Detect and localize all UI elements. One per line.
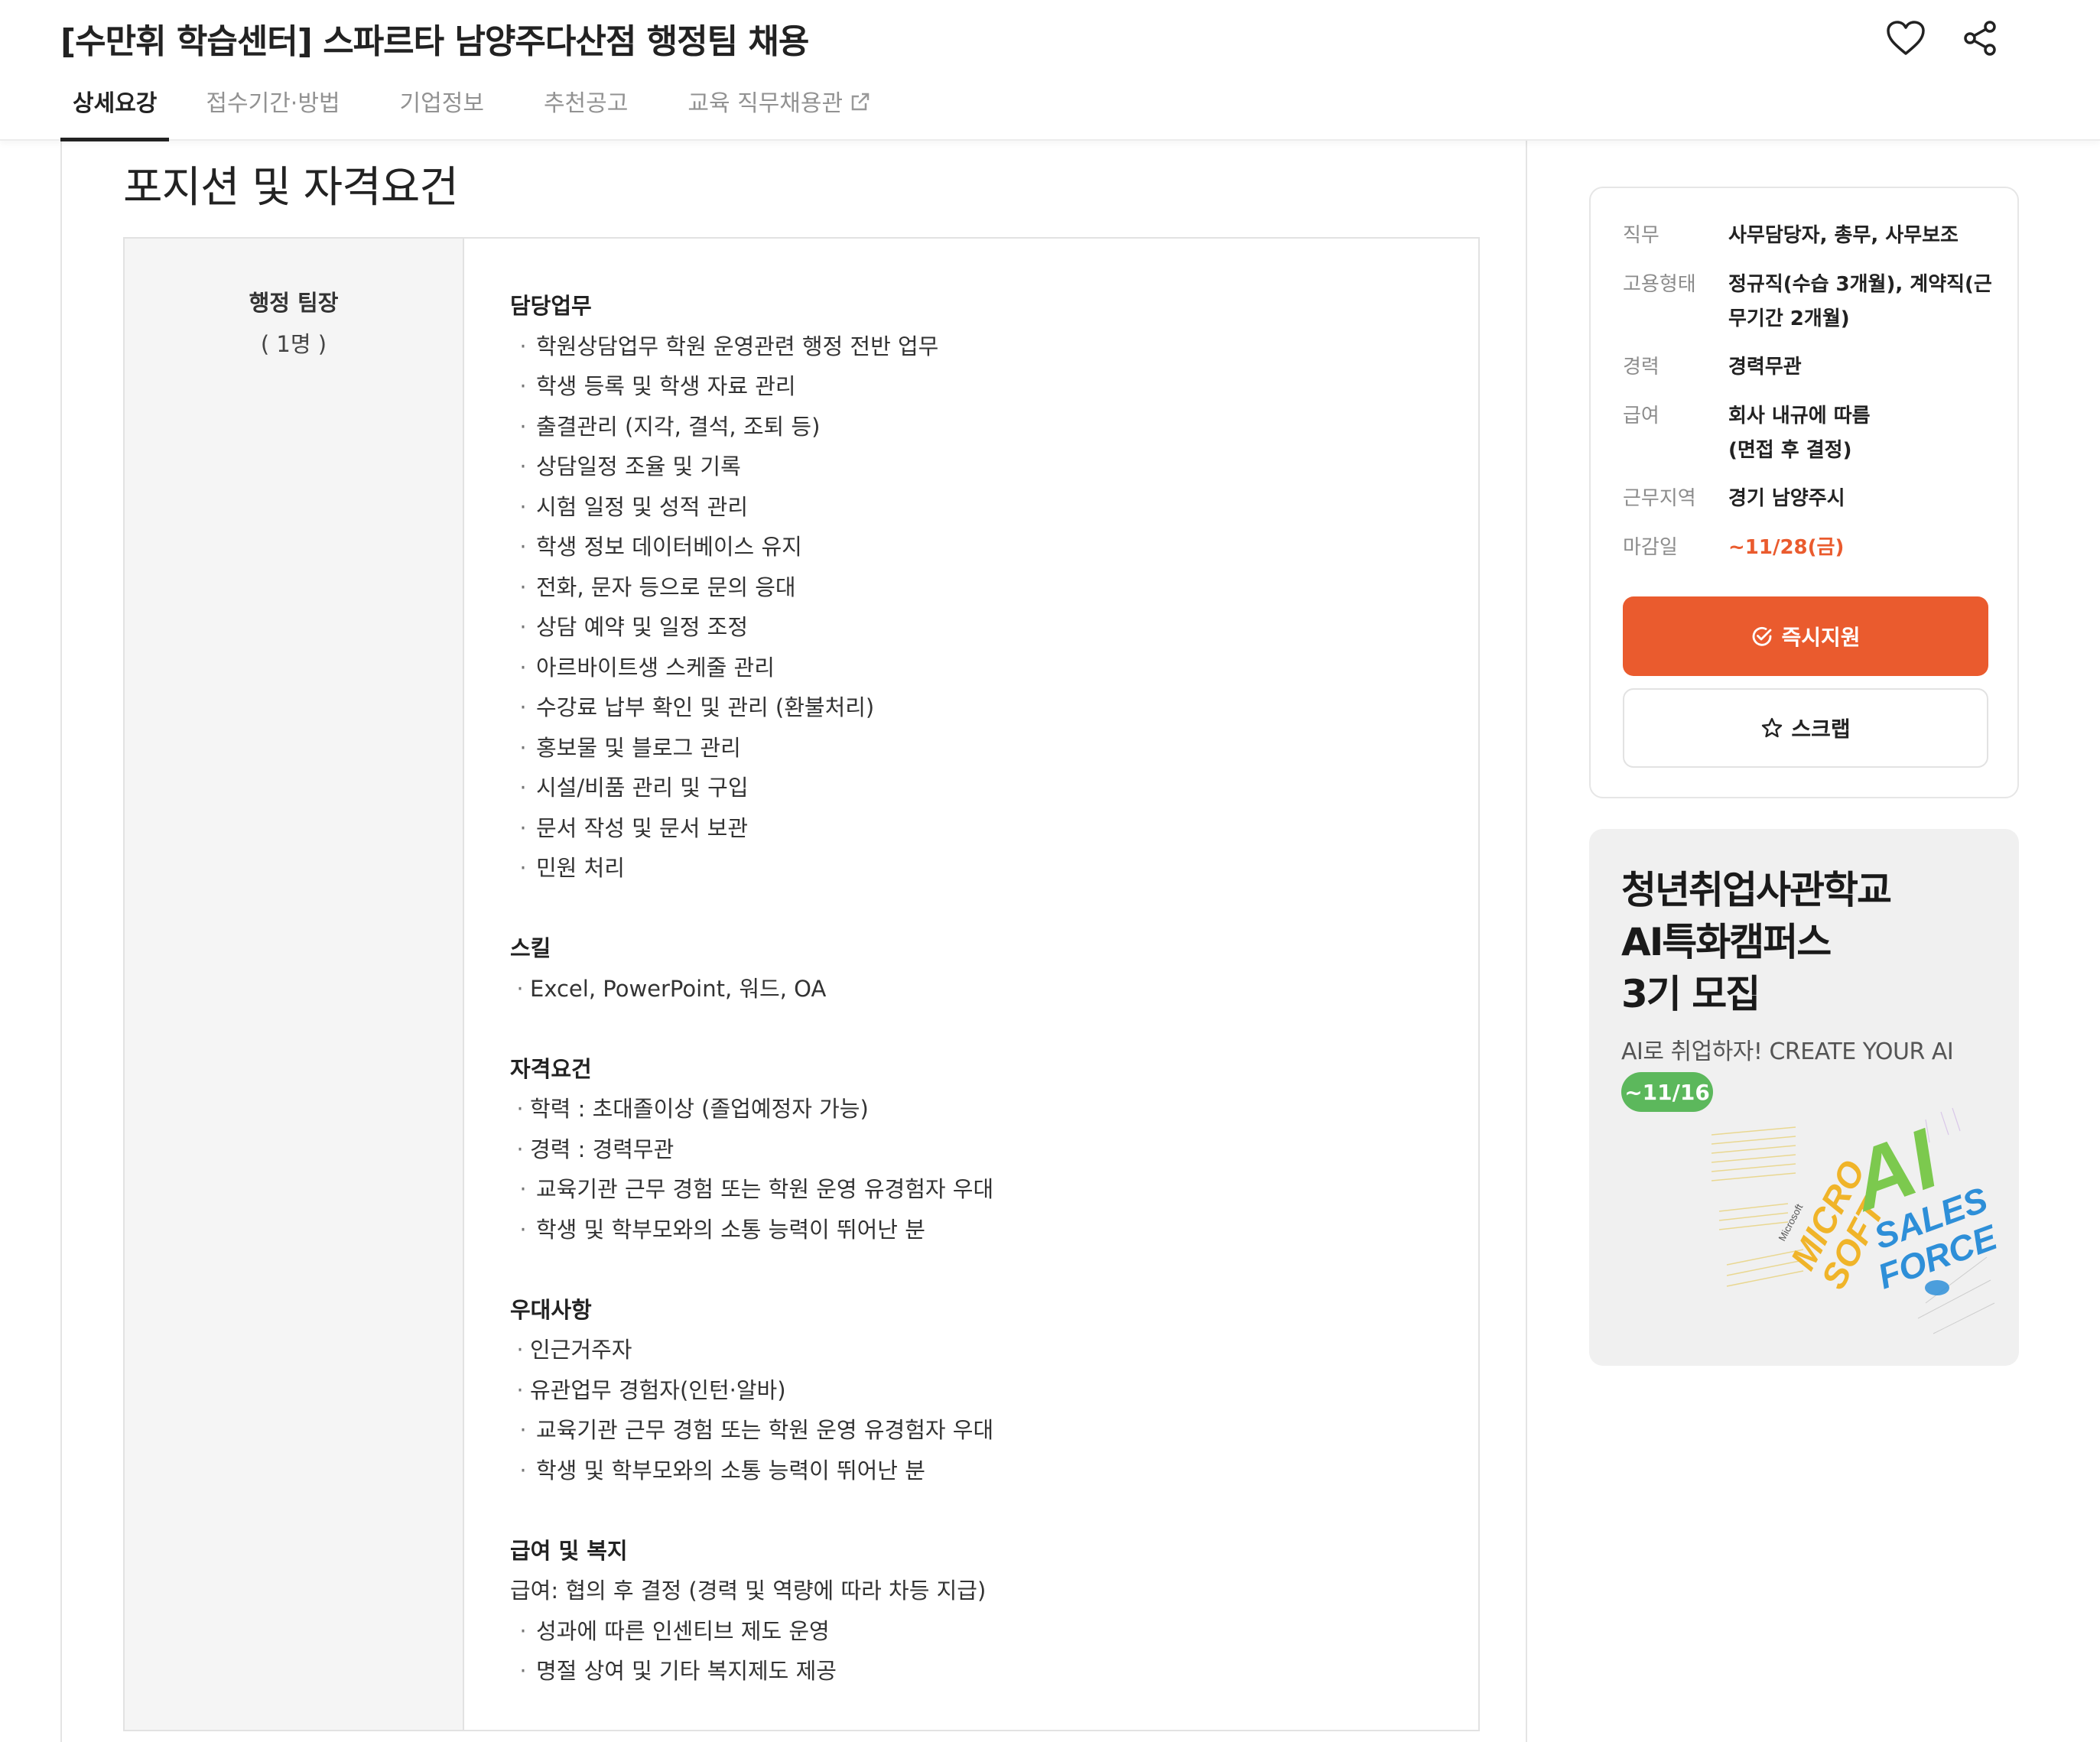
list-item: · 명절 상여 및 기타 복지제도 제공	[519, 1658, 837, 1684]
tab-education-hiring[interactable]: 교육 직무채용관	[688, 80, 872, 141]
bookmark-heart-button[interactable]	[1878, 11, 1933, 66]
position-header-cell: 행정 팀장 ( 1명 )	[125, 239, 464, 1730]
list-item: · 아르바이트생 스케줄 관리	[519, 654, 775, 681]
apply-now-label: 즉시지원	[1781, 625, 1861, 650]
summary-row-career: 경력 경력무관	[1623, 350, 1994, 385]
skills-block: 스킬 · Excel, PowerPoint, 워드, OA	[510, 928, 1478, 1009]
summary-value: 경기 남양주시	[1728, 487, 1845, 510]
list-item: · 학력 : 초대졸이상 (졸업예정자 가능)	[516, 1096, 869, 1122]
list-item: · 홍보물 및 블로그 관리	[519, 734, 741, 761]
list-item: · 교육기관 근무 경험 또는 학원 운영 유경험자 우대	[519, 1417, 994, 1443]
list-item: · 학원상담업무 학원 운영관련 행정 전반 업무	[519, 333, 939, 359]
summary-value: 사무담당자, 총무, 사무보조	[1728, 224, 1959, 247]
heart-icon	[1887, 21, 1925, 55]
external-link-icon	[851, 93, 870, 110]
list-item: · 성과에 따른 인센티브 제도 운영	[519, 1617, 830, 1644]
job-title: [수만휘 학습센터] 스파르타 남양주다산점 행정팀 채용	[60, 22, 809, 61]
list-item: · 출결관리 (지각, 결석, 조퇴 등)	[519, 413, 821, 440]
tab-recommended[interactable]: 추천공고	[544, 80, 628, 141]
summary-row-location: 근무지역 경기 남양주시	[1623, 482, 1994, 516]
job-header: [수만휘 학습센터] 스파르타 남양주다산점 행정팀 채용 상세요강 접수기간·…	[0, 0, 2100, 141]
content-right-border	[1526, 141, 1527, 1742]
list-item: · 민원 처리	[519, 855, 625, 881]
position-count: ( 1명 )	[260, 331, 327, 357]
banner-headline-2: AI특화캠퍼스	[1621, 920, 1832, 964]
section-title: 포지션 및 자격요건	[123, 163, 459, 213]
list-item: · 경력 : 경력무관	[516, 1136, 675, 1162]
preferred-block: 우대사항 · 인근거주자 · 유관업무 경험자(인턴·알바) · 교육기관 근무 경험…	[510, 1290, 1478, 1491]
tab-company-info[interactable]: 기업정보	[400, 80, 484, 141]
list-item: · 시험 일정 및 성적 관리	[519, 493, 748, 520]
list-item: · 수강료 납부 확인 및 관리 (환불처리)	[519, 694, 875, 720]
list-item: · 학생 및 학부모와의 소통 능력이 뛰어난 분	[519, 1216, 925, 1243]
summary-label: 근무지역	[1623, 487, 1696, 510]
banner-illustration: Microsoft MICRO SOFT AI SALES FORCE	[1711, 1107, 2002, 1334]
list-item: · 상담 예약 및 일정 조정	[519, 614, 748, 640]
position-name: 행정 팀장	[249, 290, 339, 316]
requirements-title: 자격요건	[510, 1055, 592, 1082]
banner-headline-3: 3기 모집	[1621, 972, 1760, 1016]
job-summary-card: 직무 사무담당자, 총무, 사무보조 고용형태 정규직(수습 3개월), 계약직…	[1589, 187, 2019, 798]
list-item: · 학생 등록 및 학생 자료 관리	[519, 373, 796, 399]
summary-label: 마감일	[1623, 536, 1678, 559]
summary-value: 경력무관	[1728, 356, 1802, 379]
share-button[interactable]	[1953, 11, 2008, 66]
apply-now-button[interactable]: 즉시지원	[1623, 596, 1988, 676]
summary-row-employment-type: 고용형태 정규직(수습 3개월), 계약직(근 무기간 2개월)	[1623, 268, 1994, 336]
detail-tabs: 상세요강 접수기간·방법 기업정보 추천공고 교육 직무채용관	[60, 80, 931, 141]
list-item: · 유관업무 경험자(인턴·알바)	[516, 1376, 786, 1403]
banner-headline-1: 청년취업사관학교	[1621, 868, 1892, 912]
list-item: · 교육기관 근무 경험 또는 학원 운영 유경험자 우대	[519, 1176, 994, 1202]
check-circle-icon	[1753, 626, 1772, 646]
benefits-block: 급여 및 복지 급여: 협의 후 결정 (경력 및 역량에 따라 차등 지급) …	[510, 1531, 1478, 1692]
requirements-block: 자격요건 · 학력 : 초대졸이상 (졸업예정자 가능) · 경력 : 경력무관 ·…	[510, 1049, 1478, 1250]
position-detail-cell: 담당업무 · 학원상담업무 학원 운영관련 행정 전반 업무 · 학생 등록 및 학…	[464, 239, 1478, 1730]
preferred-title: 우대사항	[510, 1296, 592, 1323]
list-item: · Excel, PowerPoint, 워드, OA	[516, 975, 827, 1002]
list-item: · 전화, 문자 등으로 문의 응대	[519, 574, 796, 600]
list-item: · 학생 정보 데이터베이스 유지	[519, 534, 802, 560]
summary-value: 회사 내규에 따름 (면접 후 결정)	[1728, 405, 1871, 462]
tab-application-period[interactable]: 접수기간·방법	[206, 80, 340, 141]
star-icon	[1762, 717, 1783, 738]
tab-education-hiring-label: 교육 직무채용관	[688, 90, 844, 117]
summary-label: 고용형태	[1623, 273, 1696, 296]
summary-row-deadline: 마감일 ~11/28(금)	[1623, 531, 1994, 565]
scrap-label: 스크랩	[1791, 717, 1851, 742]
skills-title: 스킬	[510, 935, 551, 961]
duties-block: 담당업무 · 학원상담업무 학원 운영관련 행정 전반 업무 · 학생 등록 및 학…	[510, 286, 1478, 889]
list-item: · 상담일정 조율 및 기록	[519, 453, 741, 479]
deadline-value: ~11/28(금)	[1728, 536, 1845, 559]
summary-label: 급여	[1623, 405, 1660, 427]
content-left-border	[60, 141, 62, 1742]
summary-row-salary: 급여 회사 내규에 따름 (면접 후 결정)	[1623, 399, 1994, 468]
list-item: · 학생 및 학부모와의 소통 능력이 뛰어난 분	[519, 1457, 925, 1484]
summary-value: 정규직(수습 3개월), 계약직(근 무기간 2개월)	[1728, 273, 1992, 330]
list-item: · 시설/비품 관리 및 구입	[519, 775, 749, 801]
banner-subtitle: AI로 취업하자! CREATE YOUR AI	[1621, 1038, 1954, 1065]
summary-label: 직무	[1623, 224, 1660, 247]
duties-title: 담당업무	[510, 293, 592, 319]
benefits-title: 급여 및 복지	[510, 1537, 628, 1564]
ad-banner[interactable]: 청년취업사관학교 AI특화캠퍼스 3기 모집 AI로 취업하자! CREATE …	[1589, 829, 2019, 1366]
list-item: · 문서 작성 및 문서 보관	[519, 814, 748, 841]
list-item: · 인근거주자	[516, 1337, 632, 1363]
tab-detail[interactable]: 상세요강	[60, 80, 170, 141]
summary-row-job: 직무 사무담당자, 총무, 사무보조	[1623, 219, 1994, 253]
benefits-intro: 급여: 협의 후 결정 (경력 및 역량에 따라 차등 지급)	[510, 1578, 987, 1604]
summary-label: 경력	[1623, 356, 1660, 379]
share-icon	[1964, 21, 1996, 56]
position-table: 행정 팀장 ( 1명 ) 담당업무 · 학원상담업무 학원 운영관련 행정 전반 …	[123, 237, 1480, 1731]
scrap-button[interactable]: 스크랩	[1623, 688, 1988, 768]
